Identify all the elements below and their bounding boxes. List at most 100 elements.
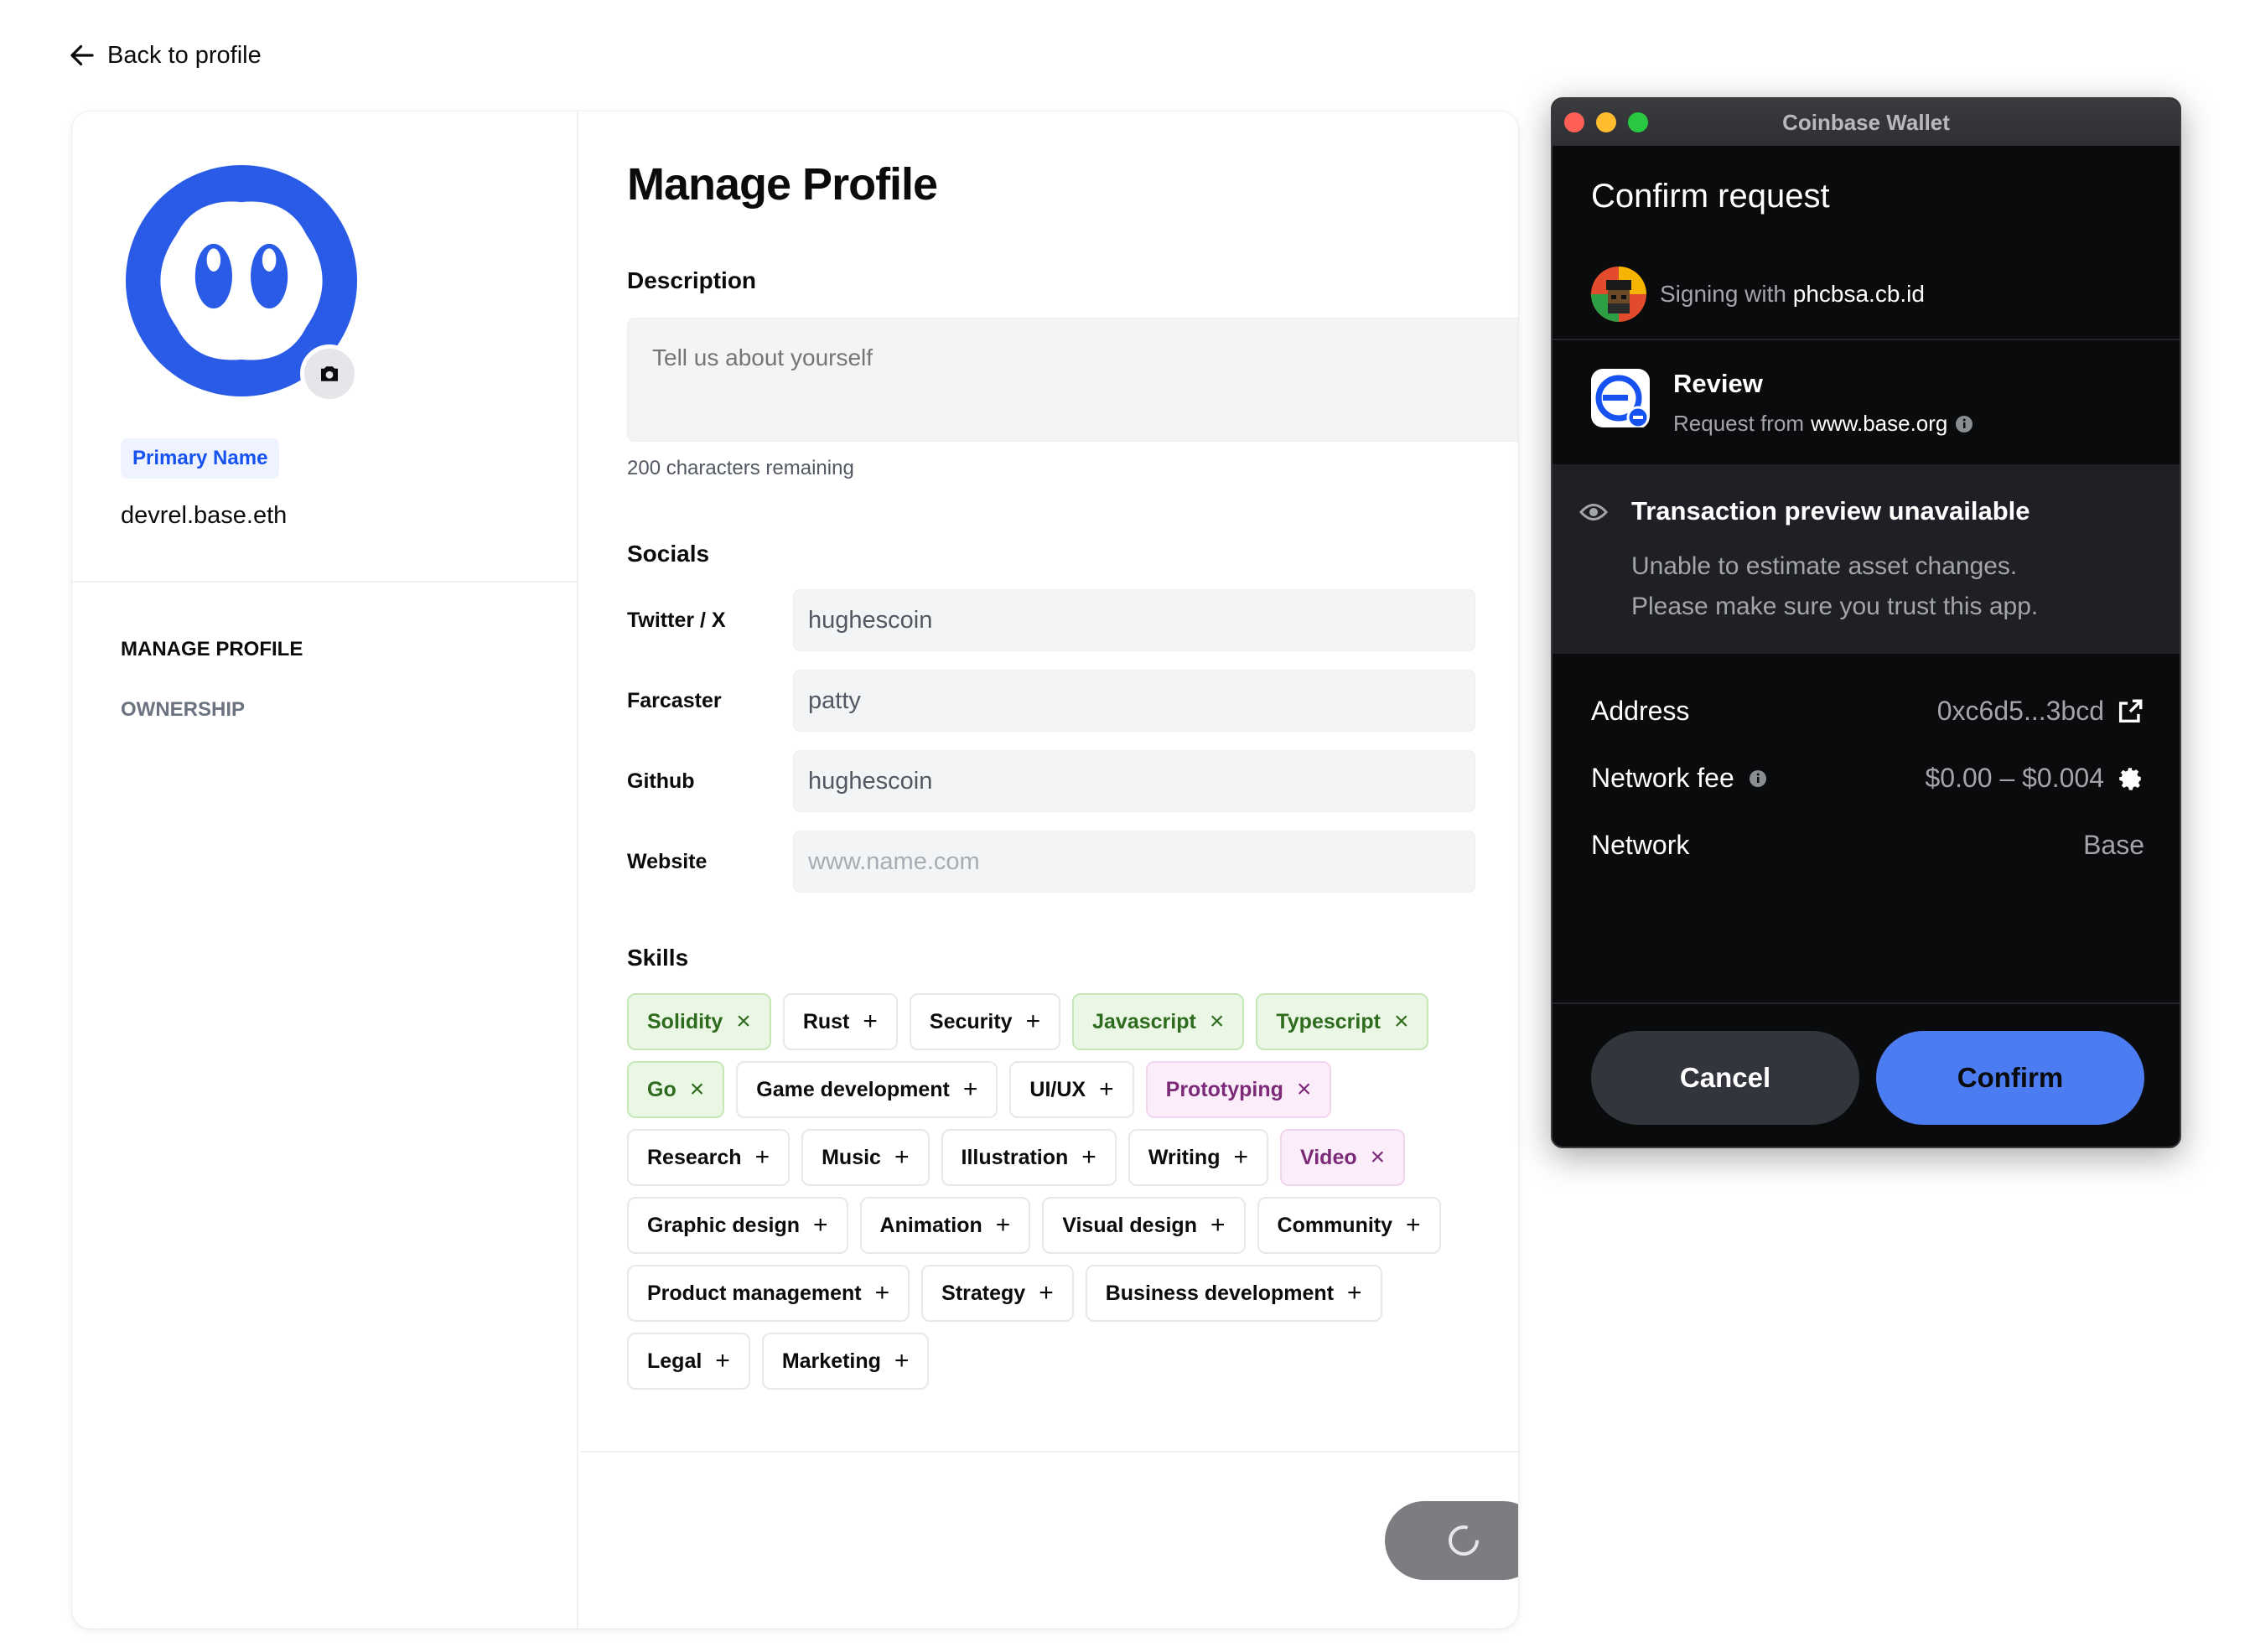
network-fee-row: Network fee $0.00 – $0.004 [1591, 763, 2144, 794]
skill-chip[interactable]: Product management + [627, 1265, 910, 1322]
social-input[interactable]: hughescoin [793, 750, 1475, 812]
maximize-window-button[interactable] [1628, 112, 1648, 132]
add-icon: + [863, 1007, 878, 1035]
skill-chip[interactable]: Game development + [736, 1061, 998, 1118]
remove-icon: × [1393, 1007, 1409, 1035]
skill-chip[interactable]: Music + [801, 1129, 930, 1186]
skill-row: Graphic design + Animation + Visual design + C… [627, 1197, 1516, 1254]
address-label: Address [1591, 696, 1690, 726]
window-title: Coinbase Wallet [1782, 109, 1950, 135]
close-window-button[interactable] [1564, 112, 1584, 132]
social-label: Website [627, 849, 708, 873]
add-icon: + [1233, 1143, 1248, 1171]
profile-handle: devrel.base.eth [121, 502, 288, 529]
add-icon: + [1025, 1007, 1041, 1035]
info-icon[interactable] [1954, 414, 1974, 434]
skill-label: Video [1300, 1145, 1357, 1169]
skill-label: Product management [647, 1281, 862, 1305]
skill-chip[interactable]: Animation + [859, 1197, 1031, 1254]
signing-info: Signing with phcbsa.cb.id [1591, 267, 1925, 322]
social-row: Github hughescoin [627, 750, 1518, 812]
manage-profile-panel: Manage Profile Description 200 character… [580, 111, 1518, 1629]
skill-chip[interactable]: Illustration + [941, 1129, 1117, 1186]
skill-chip[interactable]: Typescript × [1256, 993, 1429, 1050]
divider [1553, 1002, 2180, 1004]
skill-chip[interactable]: Visual design + [1042, 1197, 1246, 1254]
social-row: Twitter / X hughescoin [627, 589, 1518, 651]
confirm-button[interactable]: Confirm [1876, 1031, 2144, 1125]
skill-chip[interactable]: Rust + [782, 993, 898, 1050]
skill-row: Go × Game development + UI/UX + Prototyping × [627, 1061, 1516, 1118]
skill-chip[interactable]: Solidity × [627, 993, 771, 1050]
skill-label: Javascript [1092, 1009, 1196, 1033]
preview-line-2: Please make sure you trust this app. [1631, 593, 2039, 620]
skill-chip[interactable]: Community + [1257, 1197, 1441, 1254]
add-icon: + [1347, 1279, 1362, 1307]
info-icon[interactable] [1748, 769, 1768, 789]
skill-chip[interactable]: UI/UX + [1009, 1061, 1134, 1118]
skill-chip[interactable]: Video × [1280, 1129, 1406, 1186]
skill-chip[interactable]: Security + [909, 993, 1061, 1050]
window-titlebar: Coinbase Wallet [1553, 99, 2180, 146]
chars-remaining: 200 characters remaining [627, 457, 854, 479]
primary-name-badge: Primary Name [121, 438, 280, 479]
social-label: Twitter / X [627, 608, 726, 632]
skill-chip[interactable]: Strategy + [921, 1265, 1074, 1322]
network-fee-label: Network fee [1591, 763, 1734, 793]
skills-list: Solidity × Rust + Security + Javascript × Typesc… [627, 993, 1516, 1401]
skill-row: Legal + Marketing + [627, 1333, 1516, 1390]
description-input[interactable] [627, 318, 1518, 442]
external-link-icon[interactable] [2116, 697, 2144, 726]
skill-label: Marketing [781, 1349, 881, 1373]
skill-chip[interactable]: Research + [627, 1129, 791, 1186]
add-icon: + [715, 1347, 730, 1375]
save-button[interactable] [1385, 1501, 1518, 1580]
social-row: Website www.name.com [627, 831, 1518, 893]
skill-label: Graphic design [647, 1213, 800, 1237]
skill-label: Solidity [647, 1009, 723, 1033]
skill-label: Prototyping [1165, 1077, 1283, 1101]
remove-icon: × [1296, 1075, 1312, 1103]
nav-manage-profile[interactable]: MANAGE PROFILE [121, 638, 303, 661]
back-to-profile-link[interactable]: Back to profile [67, 40, 262, 70]
skill-chip[interactable]: Javascript × [1072, 993, 1245, 1050]
skill-chip[interactable]: Writing + [1128, 1129, 1268, 1186]
skill-label: Music [822, 1145, 881, 1169]
wallet-window: Coinbase Wallet Confirm request Signing … [1551, 97, 2181, 1148]
spinner-icon [1449, 1525, 1479, 1556]
review-prefix: Request from [1673, 411, 1805, 436]
gear-icon[interactable] [2116, 764, 2144, 793]
remove-icon: × [736, 1007, 751, 1035]
social-input[interactable]: www.name.com [793, 831, 1475, 893]
social-label: Farcaster [627, 688, 722, 712]
network-label: Network [1591, 830, 1690, 860]
skill-label: UI/UX [1029, 1077, 1086, 1101]
page-title: Manage Profile [627, 159, 938, 210]
remove-icon: × [1209, 1007, 1225, 1035]
add-icon: + [1406, 1211, 1421, 1239]
minimize-window-button[interactable] [1596, 112, 1616, 132]
skill-chip[interactable]: Legal + [627, 1333, 750, 1390]
add-icon: + [1210, 1211, 1226, 1239]
base-app-icon [1591, 369, 1650, 429]
add-icon: + [894, 1347, 910, 1375]
skill-chip[interactable]: Prototyping × [1145, 1061, 1332, 1118]
social-input[interactable]: hughescoin [793, 589, 1475, 651]
skill-chip[interactable]: Go × [627, 1061, 725, 1118]
eye-icon [1579, 504, 1608, 520]
skill-label: Business development [1105, 1281, 1335, 1305]
add-icon: + [1039, 1279, 1054, 1307]
skill-chip[interactable]: Business development + [1085, 1265, 1382, 1322]
cancel-button[interactable]: Cancel [1591, 1031, 1859, 1125]
skill-chip[interactable]: Graphic design + [627, 1197, 848, 1254]
change-avatar-button[interactable] [300, 344, 359, 403]
social-row: Farcaster patty [627, 670, 1518, 732]
social-input[interactable]: patty [793, 670, 1475, 732]
add-icon: + [874, 1279, 890, 1307]
camera-icon [321, 366, 338, 381]
skills-label: Skills [627, 945, 689, 971]
nav-ownership[interactable]: OWNERSHIP [121, 698, 245, 722]
skill-chip[interactable]: Marketing + [761, 1333, 930, 1390]
add-icon: + [754, 1143, 770, 1171]
add-icon: + [1081, 1143, 1096, 1171]
